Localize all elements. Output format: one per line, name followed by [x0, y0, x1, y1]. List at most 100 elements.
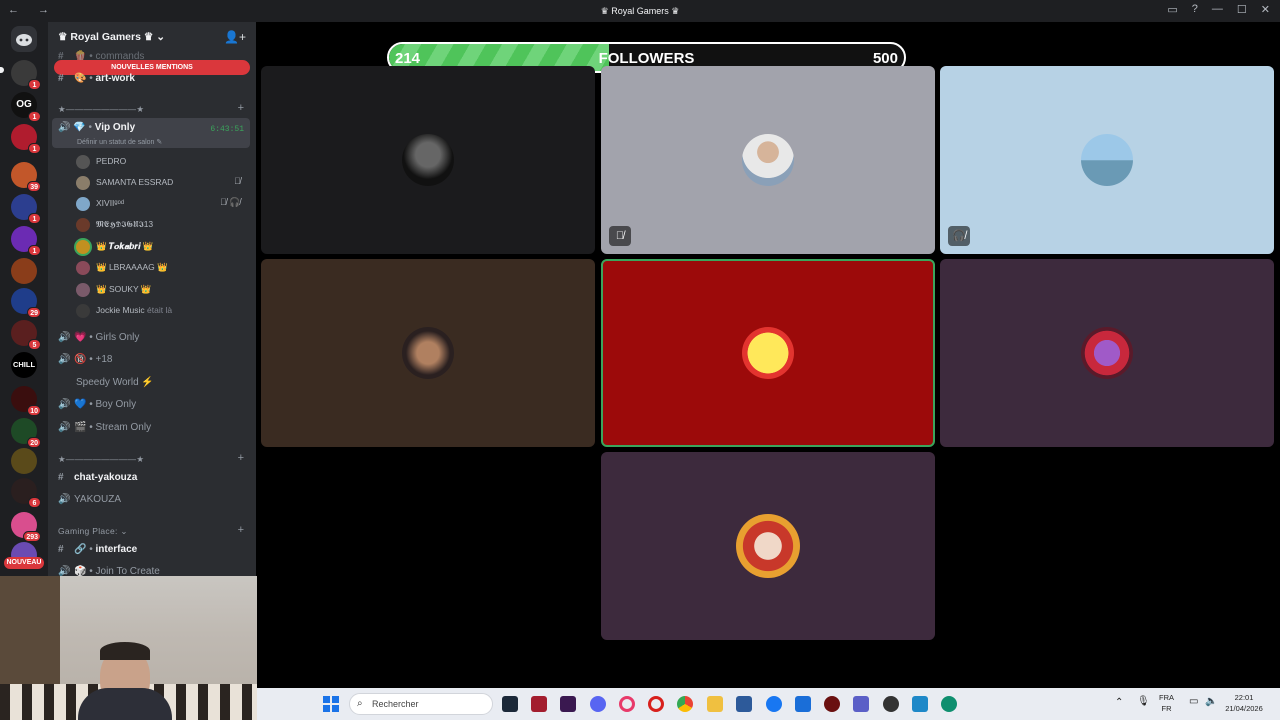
server-icon-10[interactable]: 10	[11, 386, 41, 416]
maximize-button[interactable]: ☐	[1237, 3, 1247, 16]
deafened-icon: 🎧̸	[948, 226, 970, 246]
channel-plus18[interactable]: 🔊 🔞 • +18	[58, 350, 112, 370]
user-avatar	[742, 134, 794, 186]
channel-yakouza[interactable]: 🔊 YAKOUZA	[58, 490, 121, 510]
user-avatar	[742, 327, 794, 379]
user-avatar	[402, 134, 454, 186]
channel-girls-only[interactable]: 🔊 💗 • Girls Only	[58, 328, 139, 348]
server-icon-1[interactable]: 1	[11, 60, 41, 90]
mic-muted-icon: 🎙̸	[609, 226, 631, 246]
speaker-icon: 🔊	[58, 122, 71, 133]
video-tile-6[interactable]	[940, 259, 1274, 447]
server-icon-2[interactable]: OG 1	[11, 92, 41, 122]
member-jockie[interactable]: Jockie Music était là	[76, 301, 172, 319]
app-icon[interactable]	[531, 696, 547, 712]
channel-boy-only[interactable]: 🔊 💙 • Boy Only	[58, 395, 136, 415]
window-title: ♛ Royal Gamers ♛	[600, 6, 680, 16]
vip-status[interactable]: Définir un statut de salon ✎	[77, 138, 162, 146]
vip-row: 🔊 💎 • Vip Only	[58, 122, 136, 133]
network-icon[interactable]: ▭	[1189, 696, 1198, 707]
chrome-icon[interactable]	[677, 696, 693, 712]
windows-start-icon[interactable]	[323, 696, 339, 712]
minimize-button[interactable]: —	[1212, 3, 1223, 16]
server-icon-12[interactable]	[11, 448, 37, 474]
server-list: 1 OG 1 1 39 1 1 29 5 CHILL 10 20 6 293 NO…	[0, 22, 48, 576]
inbox-icon[interactable]: ▭	[1167, 3, 1177, 16]
server-icon-11[interactable]: 20	[11, 418, 41, 448]
app-icon[interactable]	[824, 696, 840, 712]
discord-home-icon[interactable]	[11, 26, 37, 52]
language-indicator[interactable]: FRA FR	[1159, 692, 1174, 714]
teams-icon[interactable]	[853, 696, 869, 712]
server-icon-14[interactable]: 293	[11, 512, 41, 542]
user-avatar	[1081, 134, 1133, 186]
new-badge: NOUVEAU	[4, 557, 44, 569]
category-1[interactable]: ★————————★	[58, 104, 144, 115]
server-icon-4[interactable]: 39	[11, 162, 41, 192]
followers-goal: 500	[872, 50, 898, 67]
server-icon-8[interactable]: 29	[11, 288, 41, 318]
tray-chevron-icon[interactable]: ⌃	[1115, 697, 1123, 708]
member-tokabri[interactable]: 👑 𝑻𝒐𝒌𝒂𝒃𝒓𝒊 👑	[76, 237, 154, 255]
microphone-icon[interactable]: 🎙	[1137, 696, 1150, 707]
server-icon-13[interactable]: 6	[11, 478, 41, 508]
invite-icon[interactable]: 👤+	[224, 30, 246, 44]
category-2[interactable]: ★————————★	[58, 454, 144, 465]
member-lbraaaag[interactable]: 👑 LBRAAAAG 👑	[76, 258, 168, 276]
file-explorer-icon[interactable]	[707, 696, 723, 712]
member-samanta[interactable]: SAMANTA ESSRAD	[76, 173, 173, 191]
video-tile-4[interactable]	[261, 259, 595, 447]
webcam-overlay	[0, 576, 257, 720]
steam-icon[interactable]	[502, 696, 518, 712]
add-channel-icon[interactable]: +	[238, 524, 244, 536]
close-button[interactable]: ✕	[1261, 3, 1270, 16]
add-channel-icon[interactable]: +	[238, 452, 244, 464]
clock[interactable]: 22:01 21/04/2026	[1219, 692, 1269, 714]
mic-off-icon: 🎙̸ 🎧̸	[220, 197, 241, 207]
store-icon[interactable]	[736, 696, 752, 712]
mail-icon[interactable]	[795, 696, 811, 712]
volume-icon[interactable]: 🔈	[1205, 696, 1217, 707]
vip-timer: 6:43:51	[210, 125, 244, 134]
channel-interface[interactable]: # 🔗 • interface	[58, 540, 137, 560]
facebook-icon[interactable]	[766, 696, 782, 712]
channel-speedy-world[interactable]: Speedy World ⚡	[76, 373, 154, 393]
member-souky[interactable]: 👑 SOUKY 👑	[76, 280, 152, 298]
video-tile-speaking[interactable]	[601, 259, 935, 447]
app-icon[interactable]	[883, 696, 899, 712]
mic-off-icon: 🎙̸	[234, 176, 241, 186]
server-name[interactable]: ♛ Royal Gamers ♛ ⌄	[58, 31, 165, 43]
opera-icon[interactable]	[648, 696, 664, 712]
server-icon-7[interactable]	[11, 258, 37, 284]
member-xivii[interactable]: XIVIIᵍᵒᵈ	[76, 194, 124, 212]
member-pedro[interactable]: PEDRO	[76, 152, 126, 170]
server-icon-chill[interactable]: CHILL	[11, 352, 37, 378]
opera-gx-icon[interactable]	[619, 696, 635, 712]
video-tile-3[interactable]: 🎧̸	[940, 66, 1274, 254]
user-avatar	[736, 514, 800, 578]
add-channel-icon[interactable]: +	[238, 102, 244, 114]
channel-chat-yakouza[interactable]: # chat-yakouza	[58, 468, 137, 488]
server-icon-9[interactable]: 5	[11, 320, 41, 350]
server-icon-3[interactable]: 1	[11, 124, 41, 154]
channel-stream-only[interactable]: 🔊 🎬 • Stream Only	[58, 418, 151, 438]
category-gaming-place[interactable]: Gaming Place: ⌄	[58, 526, 128, 537]
edge-icon[interactable]	[941, 696, 957, 712]
channel-art-work[interactable]: # 🎨 • art-work	[58, 69, 135, 89]
video-tile-2[interactable]: 🎙̸	[601, 66, 935, 254]
member-mehdigui[interactable]: 𝕸𝕰𝕳𝕯𝕴𝕲𝖀𝕴13	[76, 215, 153, 233]
discord-icon[interactable]	[590, 696, 606, 712]
channel-join-to-create[interactable]: 🔊 🎲 • Join To Create	[58, 562, 160, 576]
channel-sidebar: ♛ Royal Gamers ♛ ⌄ 👤+ # 🍿 • commands NOUV…	[48, 22, 256, 576]
app-icon[interactable]	[560, 696, 576, 712]
app-icon[interactable]	[912, 696, 928, 712]
windows-taskbar: ⌕ Rechercher ⌃ 🎙 FRA FR ▭ 🔈 22:01 21/04/202…	[257, 688, 1280, 720]
window-controls: ▭ ? — ☐ ✕	[1167, 3, 1270, 16]
video-tile-1[interactable]	[261, 66, 595, 254]
video-tile-7[interactable]	[601, 452, 935, 640]
taskbar-search[interactable]: ⌕ Rechercher	[349, 693, 493, 715]
server-icon-5[interactable]: 1	[11, 194, 41, 224]
help-icon[interactable]: ?	[1192, 3, 1198, 16]
title-bar: ← → ♛ Royal Gamers ♛ ▭ ? — ☐ ✕	[0, 0, 1280, 22]
server-icon-6[interactable]: 1	[11, 226, 41, 256]
